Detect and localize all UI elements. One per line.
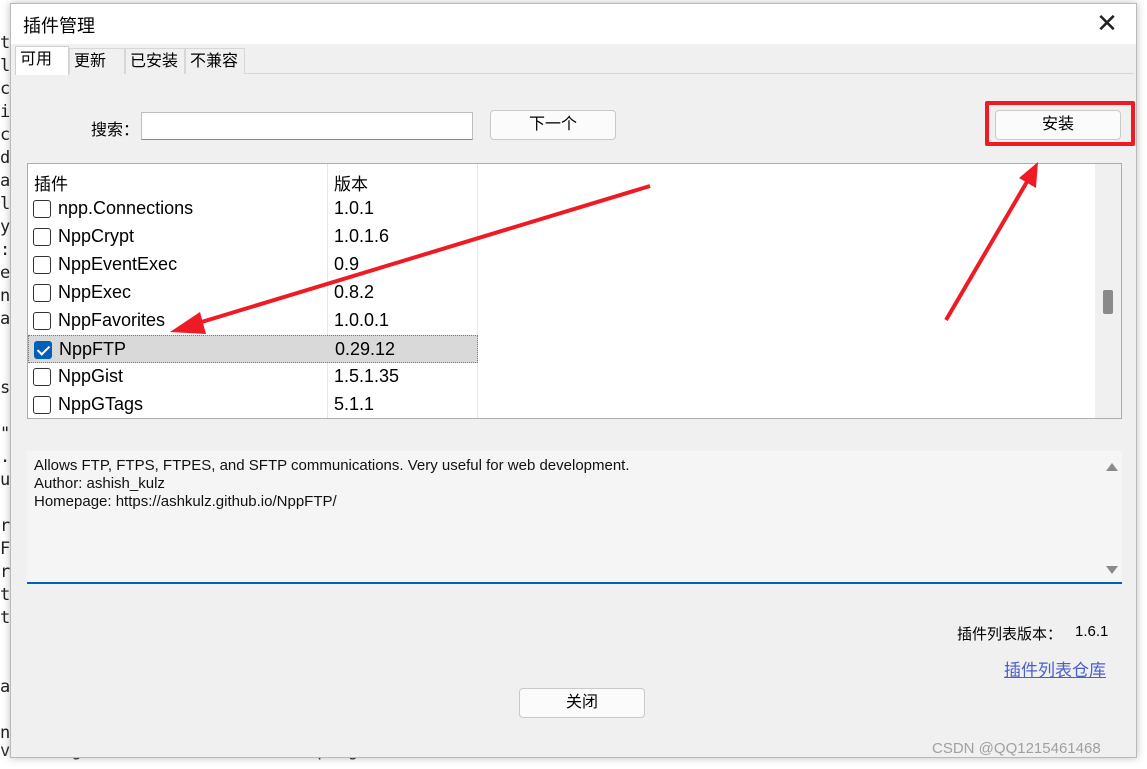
arrow-to-nppftp: [170, 184, 651, 334]
arrow-to-install: [944, 162, 1038, 322]
watermark: CSDN @QQ1215461468: [932, 740, 1101, 757]
annotation-arrows: [170, 162, 1038, 334]
